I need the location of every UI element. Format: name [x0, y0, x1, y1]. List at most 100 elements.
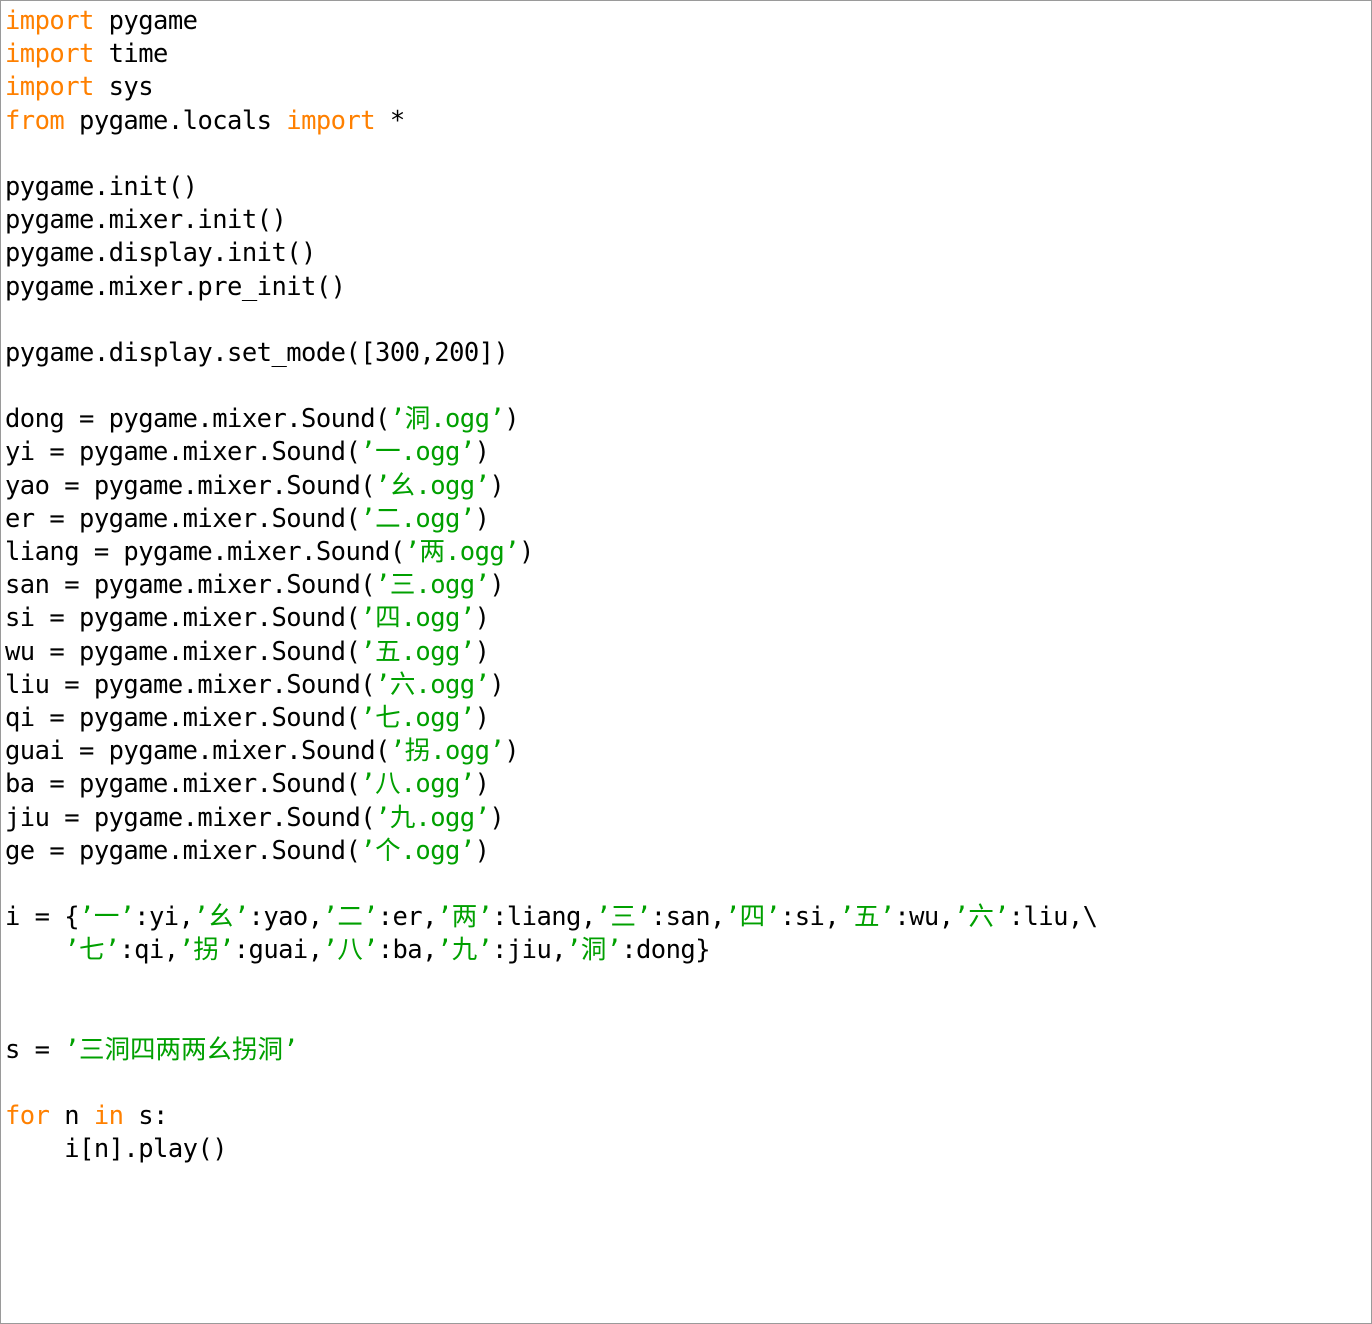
code-token-text: dong = pygame.mixer.Sound( [5, 404, 390, 435]
code-token-text: ) [489, 570, 505, 601]
code-token-cjk-string: 八 [375, 769, 401, 800]
code-token-text: :wu, [894, 902, 954, 933]
code-token-cjk-string: 三 [389, 570, 416, 601]
code-token-string: ’ [389, 404, 405, 435]
code-line: pygame.display.init() [5, 237, 1371, 270]
code-token-string: .ogg’ [445, 537, 520, 567]
code-token-keyword: import [5, 72, 94, 103]
code-token-string: ’ [375, 570, 390, 601]
code-token-string: ’ [79, 902, 94, 933]
code-line: pygame.init() [5, 171, 1371, 204]
code-token-string: ’ [283, 1034, 298, 1065]
code-token-keyword: import [286, 105, 376, 136]
code-token-text: pygame.init() [5, 171, 198, 202]
code-token-cjk-string: 八 [337, 935, 363, 966]
code-token-cjk-string: 一 [93, 902, 120, 933]
code-line: ’七’:qi,’拐’:guai,’八’:ba,’九’:jiu,’洞’:dong} [5, 934, 1371, 967]
code-line: ge = pygame.mixer.Sound(’个.ogg’) [5, 835, 1371, 868]
code-token-string: ’ [436, 935, 452, 966]
code-token-string: ’ [360, 503, 376, 534]
code-line: liu = pygame.mixer.Sound(’六.ogg’) [5, 669, 1371, 702]
code-token-text: jiu = pygame.mixer.Sound( [5, 802, 376, 833]
code-token-cjk-string: 九 [451, 935, 478, 966]
code-token-cjk-string: 五 [853, 902, 880, 933]
code-token-text: qi = pygame.mixer.Sound( [5, 702, 361, 733]
code-token-cjk-string: 拐 [193, 935, 219, 966]
code-token-string: ’ [360, 636, 376, 667]
code-line: er = pygame.mixer.Sound(’二.ogg’) [5, 503, 1371, 536]
code-line: yi = pygame.mixer.Sound(’一.ogg’) [5, 436, 1371, 469]
code-token-text: pygame.display.init() [5, 238, 316, 269]
code-token-string: ’ [765, 902, 780, 933]
code-token-cjk-string: 七 [79, 935, 105, 966]
code-token-string: ’ [724, 902, 740, 933]
code-token-cjk-string: 幺 [208, 902, 234, 933]
code-token-string: .ogg’ [430, 404, 505, 435]
code-token-text: ) [504, 736, 520, 767]
code-line: pygame.mixer.pre_init() [5, 271, 1371, 304]
code-token-text: * [375, 105, 405, 136]
code-token-string: ’ [360, 769, 376, 800]
code-token-string: ’ [404, 537, 420, 567]
code-token-string: ’ [477, 902, 493, 933]
code-line: pygame.mixer.init() [5, 204, 1371, 237]
code-token-text: :yi, [134, 902, 194, 933]
code-token-keyword: from [5, 105, 65, 136]
code-line: qi = pygame.mixer.Sound(’七.ogg’) [5, 702, 1371, 735]
code-token-string: ’ [375, 802, 390, 833]
code-token-text: i[n].play() [64, 1134, 228, 1165]
code-token-cjk-string: 四 [739, 902, 766, 933]
code-token-cjk-string: 五 [375, 636, 401, 667]
code-token-text: ) [474, 835, 490, 866]
code-token-text: time [93, 39, 169, 70]
code-token-keyword: import [5, 6, 94, 36]
code-token-cjk-string: 六 [968, 902, 994, 933]
code-token-text: sys [93, 72, 154, 103]
code-token-string: ’ [606, 935, 622, 966]
code-token-string: ’ [322, 935, 338, 966]
code-token-text: pygame.mixer.pre_init() [5, 271, 346, 302]
code-token-string: ’ [595, 902, 611, 933]
code-line: import sys [5, 71, 1371, 104]
code-token-text: :qi, [119, 935, 179, 966]
code-token-cjk-string: 七 [375, 702, 401, 733]
code-token-string: ’ [322, 902, 338, 933]
code-line: san = pygame.mixer.Sound(’三.ogg’) [5, 569, 1371, 602]
code-line: i = {’一’:yi,’幺’:yao,’二’:er,’两’:liang,’三’… [5, 901, 1371, 934]
code-line: yao = pygame.mixer.Sound(’幺.ogg’) [5, 470, 1371, 503]
code-token-string: ’ [218, 935, 234, 966]
code-token-string: ’ [566, 935, 581, 966]
code-token-cjk-string: 三 [610, 902, 636, 933]
code-token-cjk-string: 四 [375, 603, 401, 634]
code-token-text: :jiu, [492, 935, 567, 966]
code-token-text: ) [474, 636, 490, 667]
code-token-cjk-string: 两 [451, 902, 478, 933]
code-token-text: :liu,\ [1008, 902, 1098, 933]
code-token-cjk-string: 幺 [389, 470, 416, 501]
code-token-cjk-string: 个 [375, 835, 401, 866]
code-token-cjk-string: 六 [389, 669, 416, 700]
code-line: for n in s: [5, 1100, 1371, 1133]
code-token-string: .ogg’ [400, 503, 476, 534]
code-token-string: ’ [389, 736, 405, 767]
code-token-text: ) [474, 603, 490, 634]
code-token-string: ’ [360, 603, 376, 634]
code-line: import pygame [5, 5, 1371, 38]
code-token-text: er = pygame.mixer.Sound( [5, 503, 361, 534]
code-token-text: ba = pygame.mixer.Sound( [5, 769, 361, 800]
code-token-text: si = pygame.mixer.Sound( [5, 603, 361, 634]
code-token-text: wu = pygame.mixer.Sound( [5, 636, 361, 667]
code-token-string: .ogg’ [400, 603, 476, 634]
code-token-text: ) [489, 802, 505, 833]
code-token-cjk-string: 一 [375, 437, 401, 468]
code-token-cjk-string: 洞 [580, 935, 607, 966]
code-token-string: .ogg’ [400, 835, 476, 866]
code-token-text: :yao, [248, 902, 324, 933]
code-token-text: yi = pygame.mixer.Sound( [5, 437, 361, 468]
code-line: liang = pygame.mixer.Sound(’两.ogg’) [5, 536, 1371, 569]
